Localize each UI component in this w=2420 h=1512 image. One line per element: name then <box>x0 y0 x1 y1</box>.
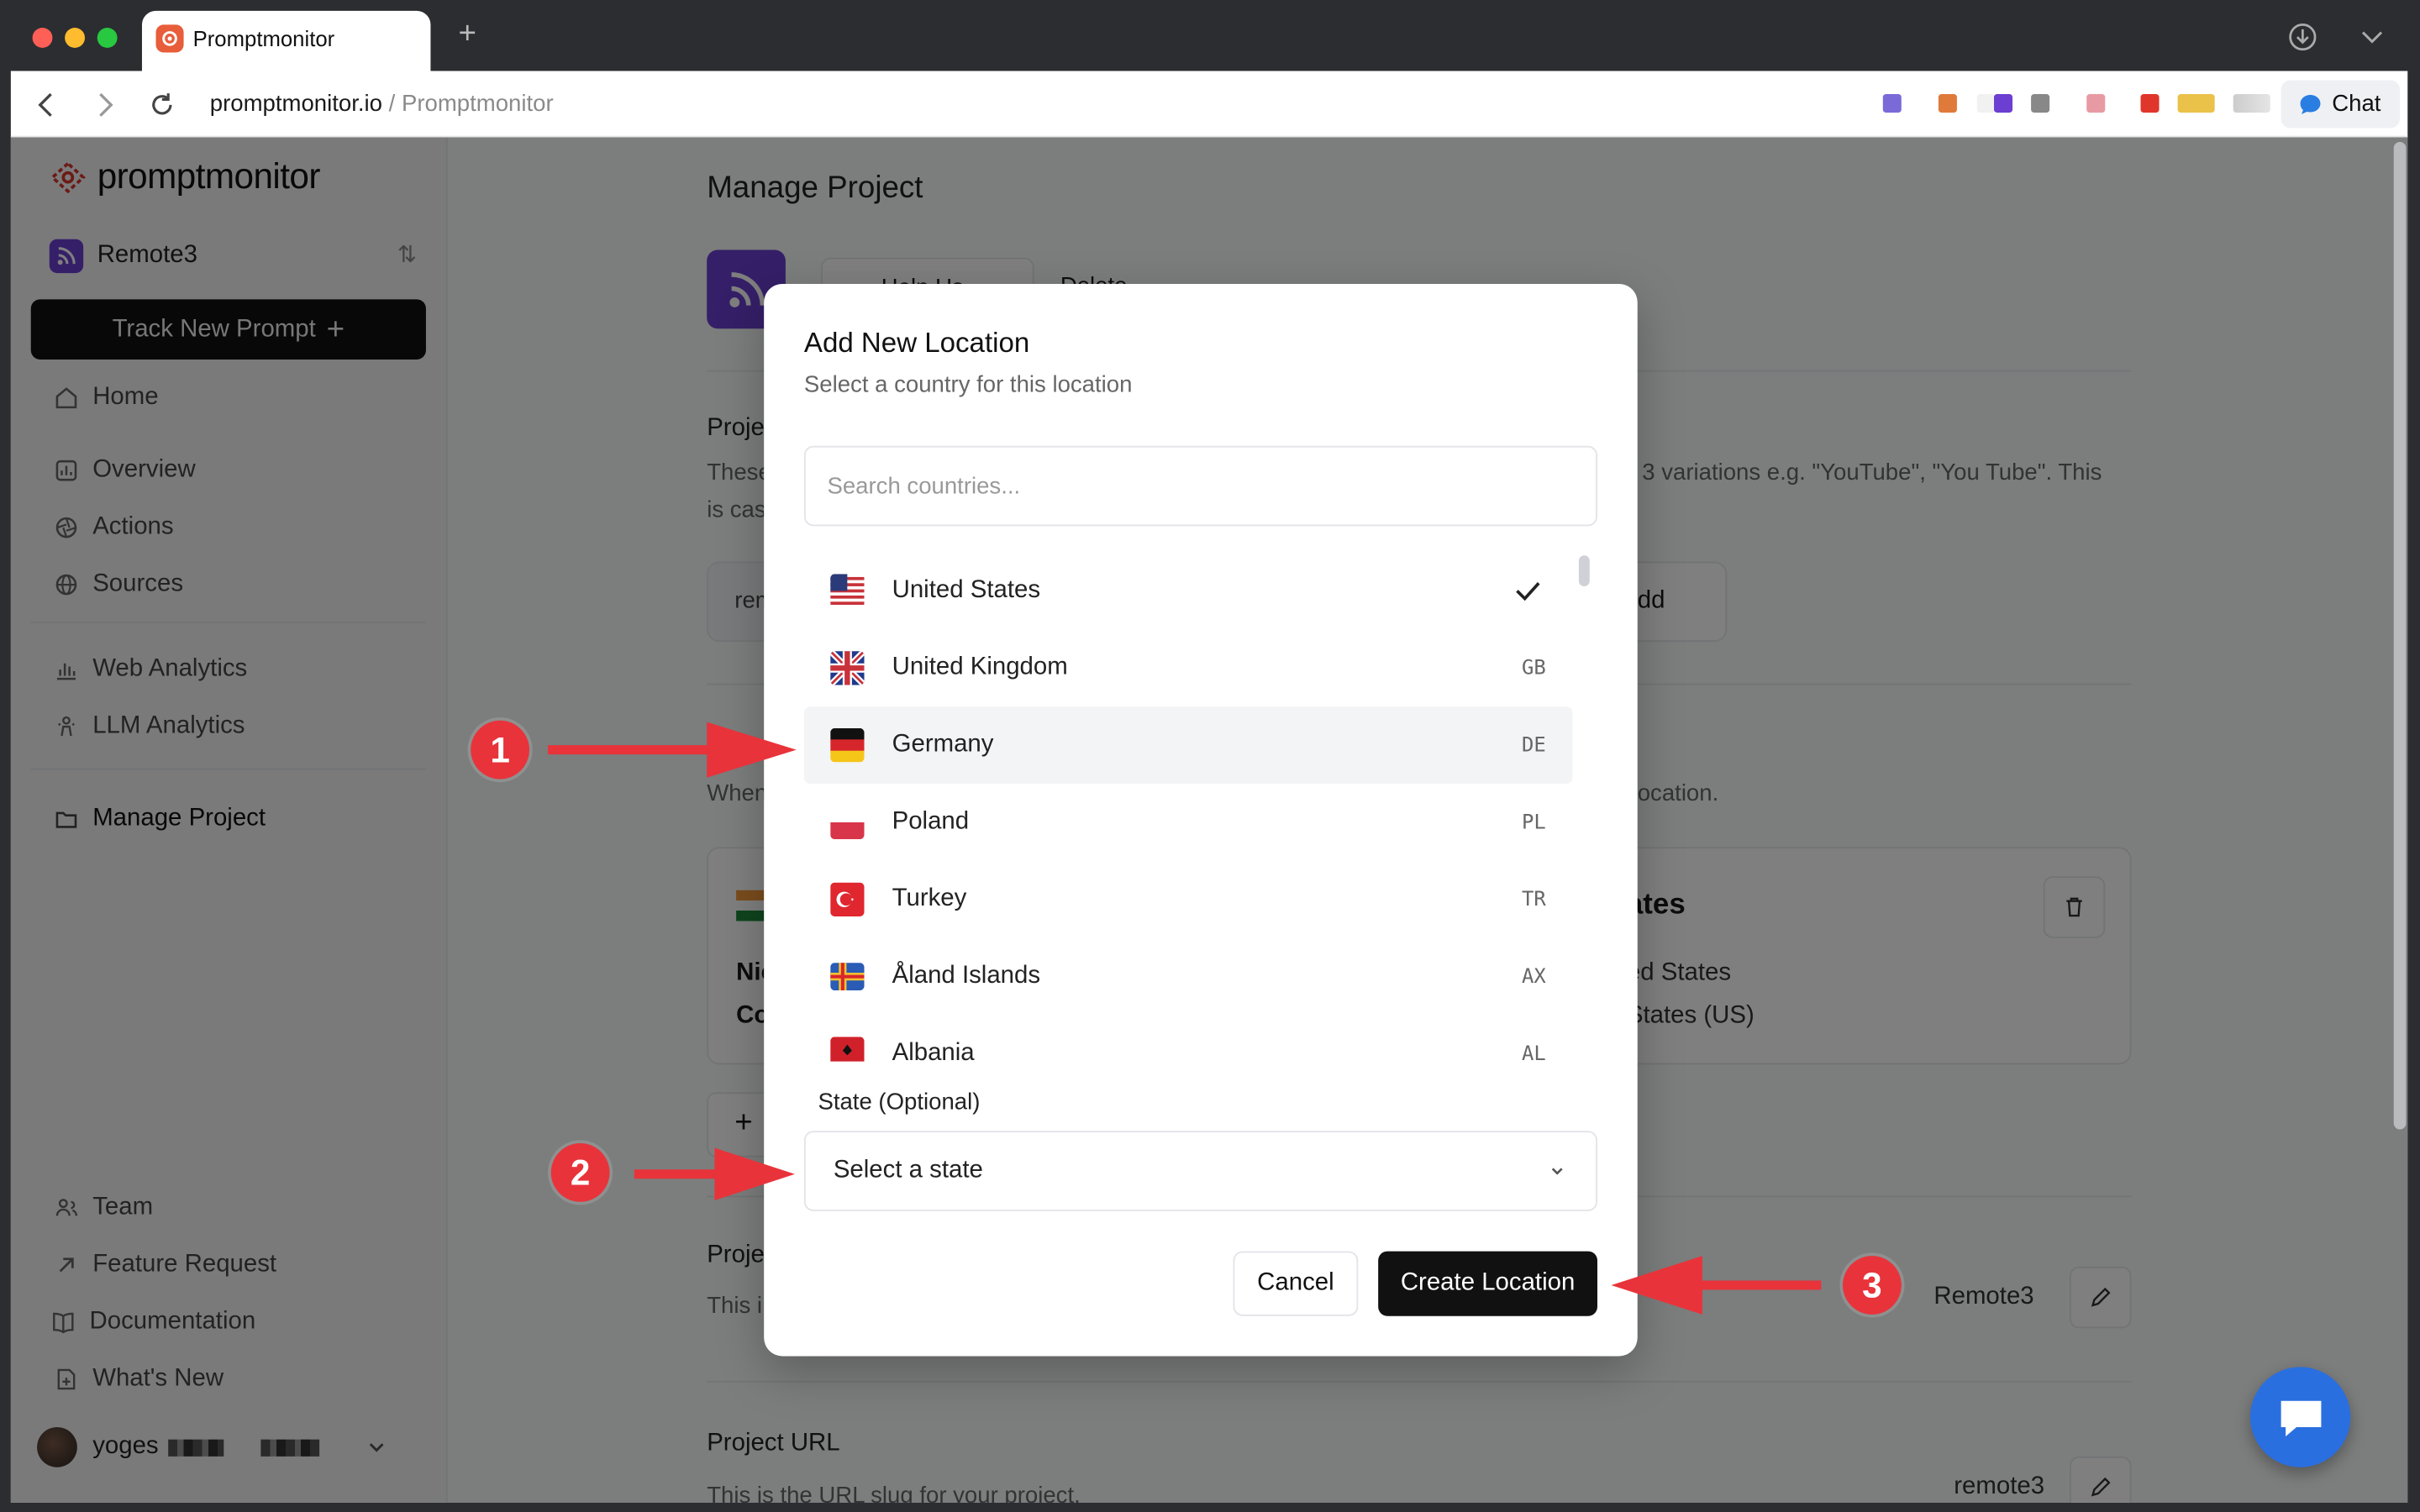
dialog-subtitle: Select a country for this location <box>803 371 1133 398</box>
chevron-down-icon <box>1551 1168 1563 1175</box>
tab-title: Promptmonitor <box>192 26 335 51</box>
address-bar[interactable]: promptmonitor.io / Promptmonitor <box>210 91 554 117</box>
chat-icon <box>2280 1399 2321 1436</box>
state-select-value: Select a state <box>833 1157 983 1184</box>
uk-flag-icon <box>830 651 865 685</box>
state-label: State (Optional) <box>818 1089 981 1116</box>
extension-icon[interactable] <box>1976 94 1996 113</box>
extension-icon[interactable] <box>2031 94 2050 113</box>
extension-icon[interactable] <box>2140 94 2160 113</box>
chevron-down-icon[interactable] <box>2360 26 2384 55</box>
country-option-de[interactable]: Germany DE <box>803 706 1573 785</box>
chat-label: Chat <box>2332 91 2381 118</box>
annotation-badge-2: 2 <box>550 1142 610 1202</box>
annotation-arrow-right <box>548 722 797 778</box>
country-code: PL <box>1521 811 1546 834</box>
country-name: Turkey <box>892 885 967 912</box>
annotation-arrow-right <box>634 1147 795 1200</box>
country-name: Åland Islands <box>892 963 1041 990</box>
country-search-input[interactable] <box>803 445 1597 527</box>
country-option-tr[interactable]: Turkey TR <box>804 861 1573 938</box>
browser-titlebar: Promptmonitor + <box>0 0 2420 71</box>
download-icon[interactable] <box>2287 22 2318 60</box>
country-list: United States United Kingdom GB Germany … <box>803 553 1573 1062</box>
country-option-us[interactable]: United States <box>804 553 1573 630</box>
browser-toolbar: promptmonitor.io / Promptmonitor Chat <box>10 71 2408 138</box>
promptmonitor-favicon-icon <box>155 24 184 53</box>
extension-icon[interactable] <box>1994 94 2013 113</box>
close-window-button[interactable] <box>32 28 53 48</box>
extension-icon[interactable] <box>2177 94 2215 113</box>
extension-icon[interactable] <box>1938 94 1957 113</box>
germany-flag-icon <box>830 727 865 763</box>
page-scrollbar[interactable] <box>2393 141 2407 1130</box>
aland-flag-icon <box>830 963 865 991</box>
new-tab-button[interactable]: + <box>458 18 476 50</box>
country-name: Albania <box>892 1039 975 1062</box>
country-name: Poland <box>892 808 970 835</box>
country-name: United Kingdom <box>892 654 1068 680</box>
chat-bubble-icon <box>2300 94 2321 113</box>
poland-flag-icon <box>830 805 865 840</box>
url-domain: promptmonitor.io <box>209 91 382 118</box>
annotation-badge-1: 1 <box>471 720 529 780</box>
browser-tab[interactable]: Promptmonitor <box>141 10 431 71</box>
annotation-badge-3: 3 <box>1843 1256 1902 1315</box>
us-flag-icon <box>830 574 865 608</box>
country-option-ax[interactable]: Åland Islands AX <box>804 938 1573 1016</box>
url-path: / Promptmonitor <box>381 91 554 118</box>
extension-icon[interactable] <box>2233 94 2270 113</box>
chat-button[interactable]: Chat <box>2281 80 2401 129</box>
country-option-pl[interactable]: Poland PL <box>804 784 1573 861</box>
country-code: TR <box>1521 888 1546 911</box>
chat-widget-button[interactable] <box>2249 1367 2351 1467</box>
albania-flag-icon <box>830 1037 865 1062</box>
turkey-flag-icon <box>830 882 865 916</box>
country-code: DE <box>1521 733 1546 757</box>
country-code: AL <box>1521 1042 1546 1062</box>
extension-icon[interactable] <box>2086 94 2106 113</box>
country-option-gb[interactable]: United Kingdom GB <box>804 629 1573 706</box>
back-arrow-icon[interactable] <box>31 90 62 121</box>
add-location-dialog: Add New Location Select a country for th… <box>764 283 1638 1357</box>
check-icon <box>1516 582 1540 601</box>
annotation-arrow-left <box>1611 1256 1822 1315</box>
forward-arrow-icon[interactable] <box>90 90 121 121</box>
dialog-title: Add New Location <box>803 327 1030 359</box>
maximize-window-button[interactable] <box>97 28 118 48</box>
cancel-button[interactable]: Cancel <box>1233 1251 1359 1316</box>
create-location-button[interactable]: Create Location <box>1378 1251 1597 1316</box>
country-option-al[interactable]: Albania AL <box>804 1016 1573 1062</box>
state-select[interactable]: Select a state <box>803 1131 1597 1211</box>
country-code: AX <box>1521 964 1546 989</box>
country-list-scrollbar[interactable] <box>1578 555 1590 586</box>
minimize-window-button[interactable] <box>65 28 86 48</box>
country-code: GB <box>1521 656 1546 680</box>
extension-icon[interactable] <box>1882 94 1902 113</box>
country-name: Germany <box>892 731 994 758</box>
reload-icon[interactable] <box>146 90 177 121</box>
country-name: United States <box>892 576 1041 604</box>
